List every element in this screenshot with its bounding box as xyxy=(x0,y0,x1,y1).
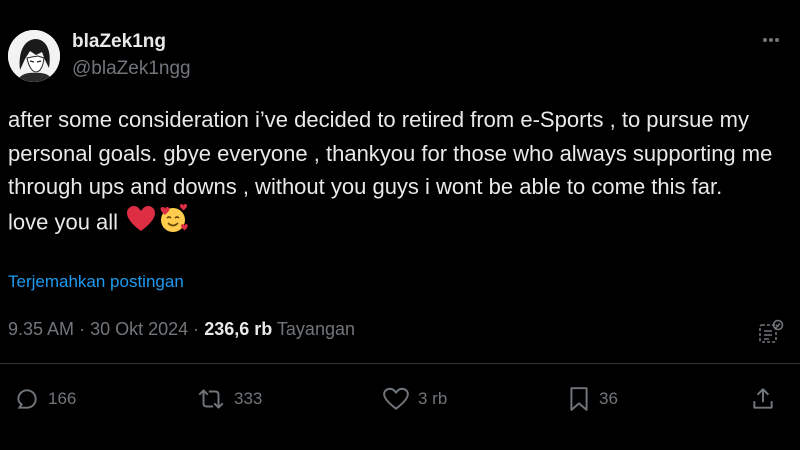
views-label: Tayangan xyxy=(276,319,355,339)
reply-button[interactable]: 166 xyxy=(14,384,76,414)
red-heart-icon xyxy=(126,205,156,243)
repost-icon xyxy=(198,389,224,409)
bookmark-count: 36 xyxy=(599,389,618,408)
repost-count: 333 xyxy=(234,389,263,408)
tweet-text: after some consideration i’ve decided to… xyxy=(8,103,788,243)
analytics-icon xyxy=(759,319,784,343)
like-button[interactable]: 3 rb xyxy=(382,384,447,414)
post-meta: 9.35 AM · 30 Okt 2024 · 236,6 rb Tayanga… xyxy=(8,319,355,340)
share-icon xyxy=(753,388,773,409)
more-options-button[interactable] xyxy=(756,28,786,52)
more-dots-icon xyxy=(763,38,779,42)
reply-icon xyxy=(17,389,37,409)
divider xyxy=(0,363,800,364)
meta-separator: · xyxy=(79,319,86,339)
translate-post-link[interactable]: Terjemahkan postingan xyxy=(8,272,184,292)
bookmark-icon xyxy=(570,387,588,411)
meta-separator: · xyxy=(193,319,200,339)
repost-button[interactable]: 333 xyxy=(196,384,262,414)
views-count: 236,6 rb xyxy=(204,319,273,339)
avatar[interactable] xyxy=(8,30,60,82)
anime-avatar-icon xyxy=(8,30,60,82)
like-count: 3 rb xyxy=(418,389,448,408)
share-button[interactable] xyxy=(750,384,776,414)
tweet-closing-text: love you all xyxy=(8,209,119,235)
reply-count: 166 xyxy=(48,389,77,408)
post-date[interactable]: 30 Okt 2024 xyxy=(90,319,188,339)
tweet-paragraph: after some consideration i’ve decided to… xyxy=(8,107,773,199)
tweet-paragraph-closing: love you all xyxy=(8,203,788,244)
post-analytics-button[interactable] xyxy=(758,318,784,344)
author-handle[interactable]: @blaZek1ngg xyxy=(72,58,191,80)
bookmark-button[interactable]: 36 xyxy=(567,384,618,414)
heart-icon xyxy=(383,387,409,410)
smiling-face-with-hearts-icon xyxy=(158,203,188,244)
author-name[interactable]: blaZek1ng xyxy=(72,31,166,53)
post-time[interactable]: 9.35 AM xyxy=(8,319,74,339)
